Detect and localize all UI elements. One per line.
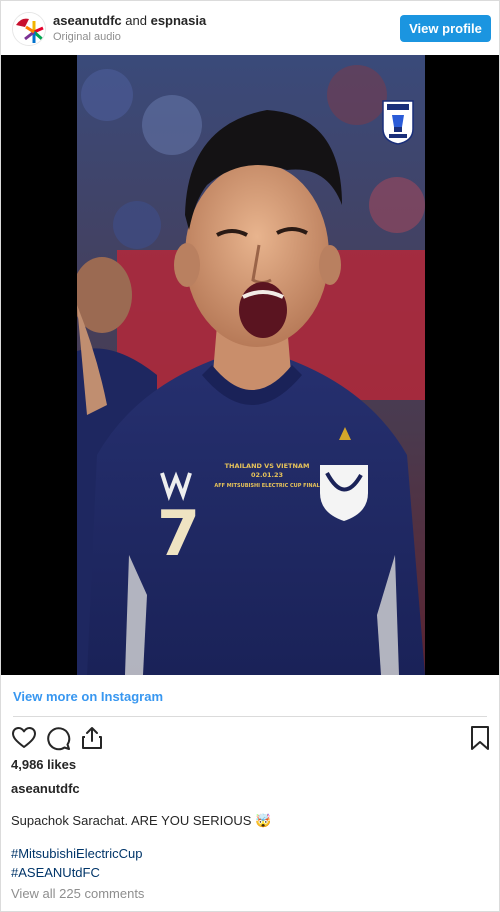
share-icon — [82, 727, 102, 749]
share-button[interactable] — [79, 725, 105, 751]
view-comments-link[interactable]: View all 225 comments — [11, 886, 144, 901]
exploding-head-emoji: 🤯 — [255, 813, 272, 828]
bookmark-icon — [471, 726, 489, 750]
view-profile-button[interactable]: View profile — [400, 15, 491, 42]
jersey-text-line3: AFF MITSUBISHI ELECTRIC CUP FINAL — [214, 483, 320, 489]
post-caption: Supachok Sarachat. ARE YOU SERIOUS 🤯 — [11, 813, 271, 829]
collaborator-link[interactable]: espnasia — [151, 13, 207, 28]
player-celebration-image: 7 THAILAND VS VIETNAM 02.01.23 AFF MITSU… — [77, 55, 425, 675]
footer-divider — [13, 716, 487, 717]
cup-badge-icon — [382, 100, 414, 145]
names-connector: and — [125, 13, 147, 28]
reel-video[interactable]: 7 THAILAND VS VIETNAM 02.01.23 AFF MITSU… — [77, 55, 425, 675]
jersey-text-line2: 02.01.23 — [251, 471, 283, 479]
hashtag-link[interactable]: #ASEANUtdFC — [11, 865, 100, 880]
post-media[interactable]: 7 THAILAND VS VIETNAM 02.01.23 AFF MITSU… — [1, 55, 499, 675]
account-names: aseanutdfc and espnasia — [53, 13, 206, 28]
comment-button[interactable] — [45, 725, 71, 751]
comment-icon — [47, 727, 71, 751]
jersey-text-line1: THAILAND VS VIETNAM — [225, 462, 310, 470]
audio-label[interactable]: Original audio — [53, 31, 121, 43]
likes-count[interactable]: 4,986 likes — [11, 757, 76, 772]
like-button[interactable] — [11, 725, 37, 751]
avatar[interactable] — [12, 12, 46, 46]
username-link[interactable]: aseanutdfc — [53, 13, 122, 28]
view-more-link[interactable]: View more on Instagram — [13, 689, 163, 704]
aseanutd-logo-icon — [13, 13, 45, 45]
post-owner-link[interactable]: aseanutdfc — [11, 781, 80, 796]
jersey-number: 7 — [157, 497, 200, 570]
save-button[interactable] — [467, 725, 493, 751]
heart-icon — [12, 727, 36, 748]
caption-text: Supachok Sarachat. ARE YOU SERIOUS — [11, 813, 252, 828]
post-header: aseanutdfc and espnasia Original audio V… — [1, 1, 499, 55]
instagram-embed: aseanutdfc and espnasia Original audio V… — [0, 0, 500, 912]
hashtag-link[interactable]: #MitsubishiElectricCup — [11, 846, 143, 861]
